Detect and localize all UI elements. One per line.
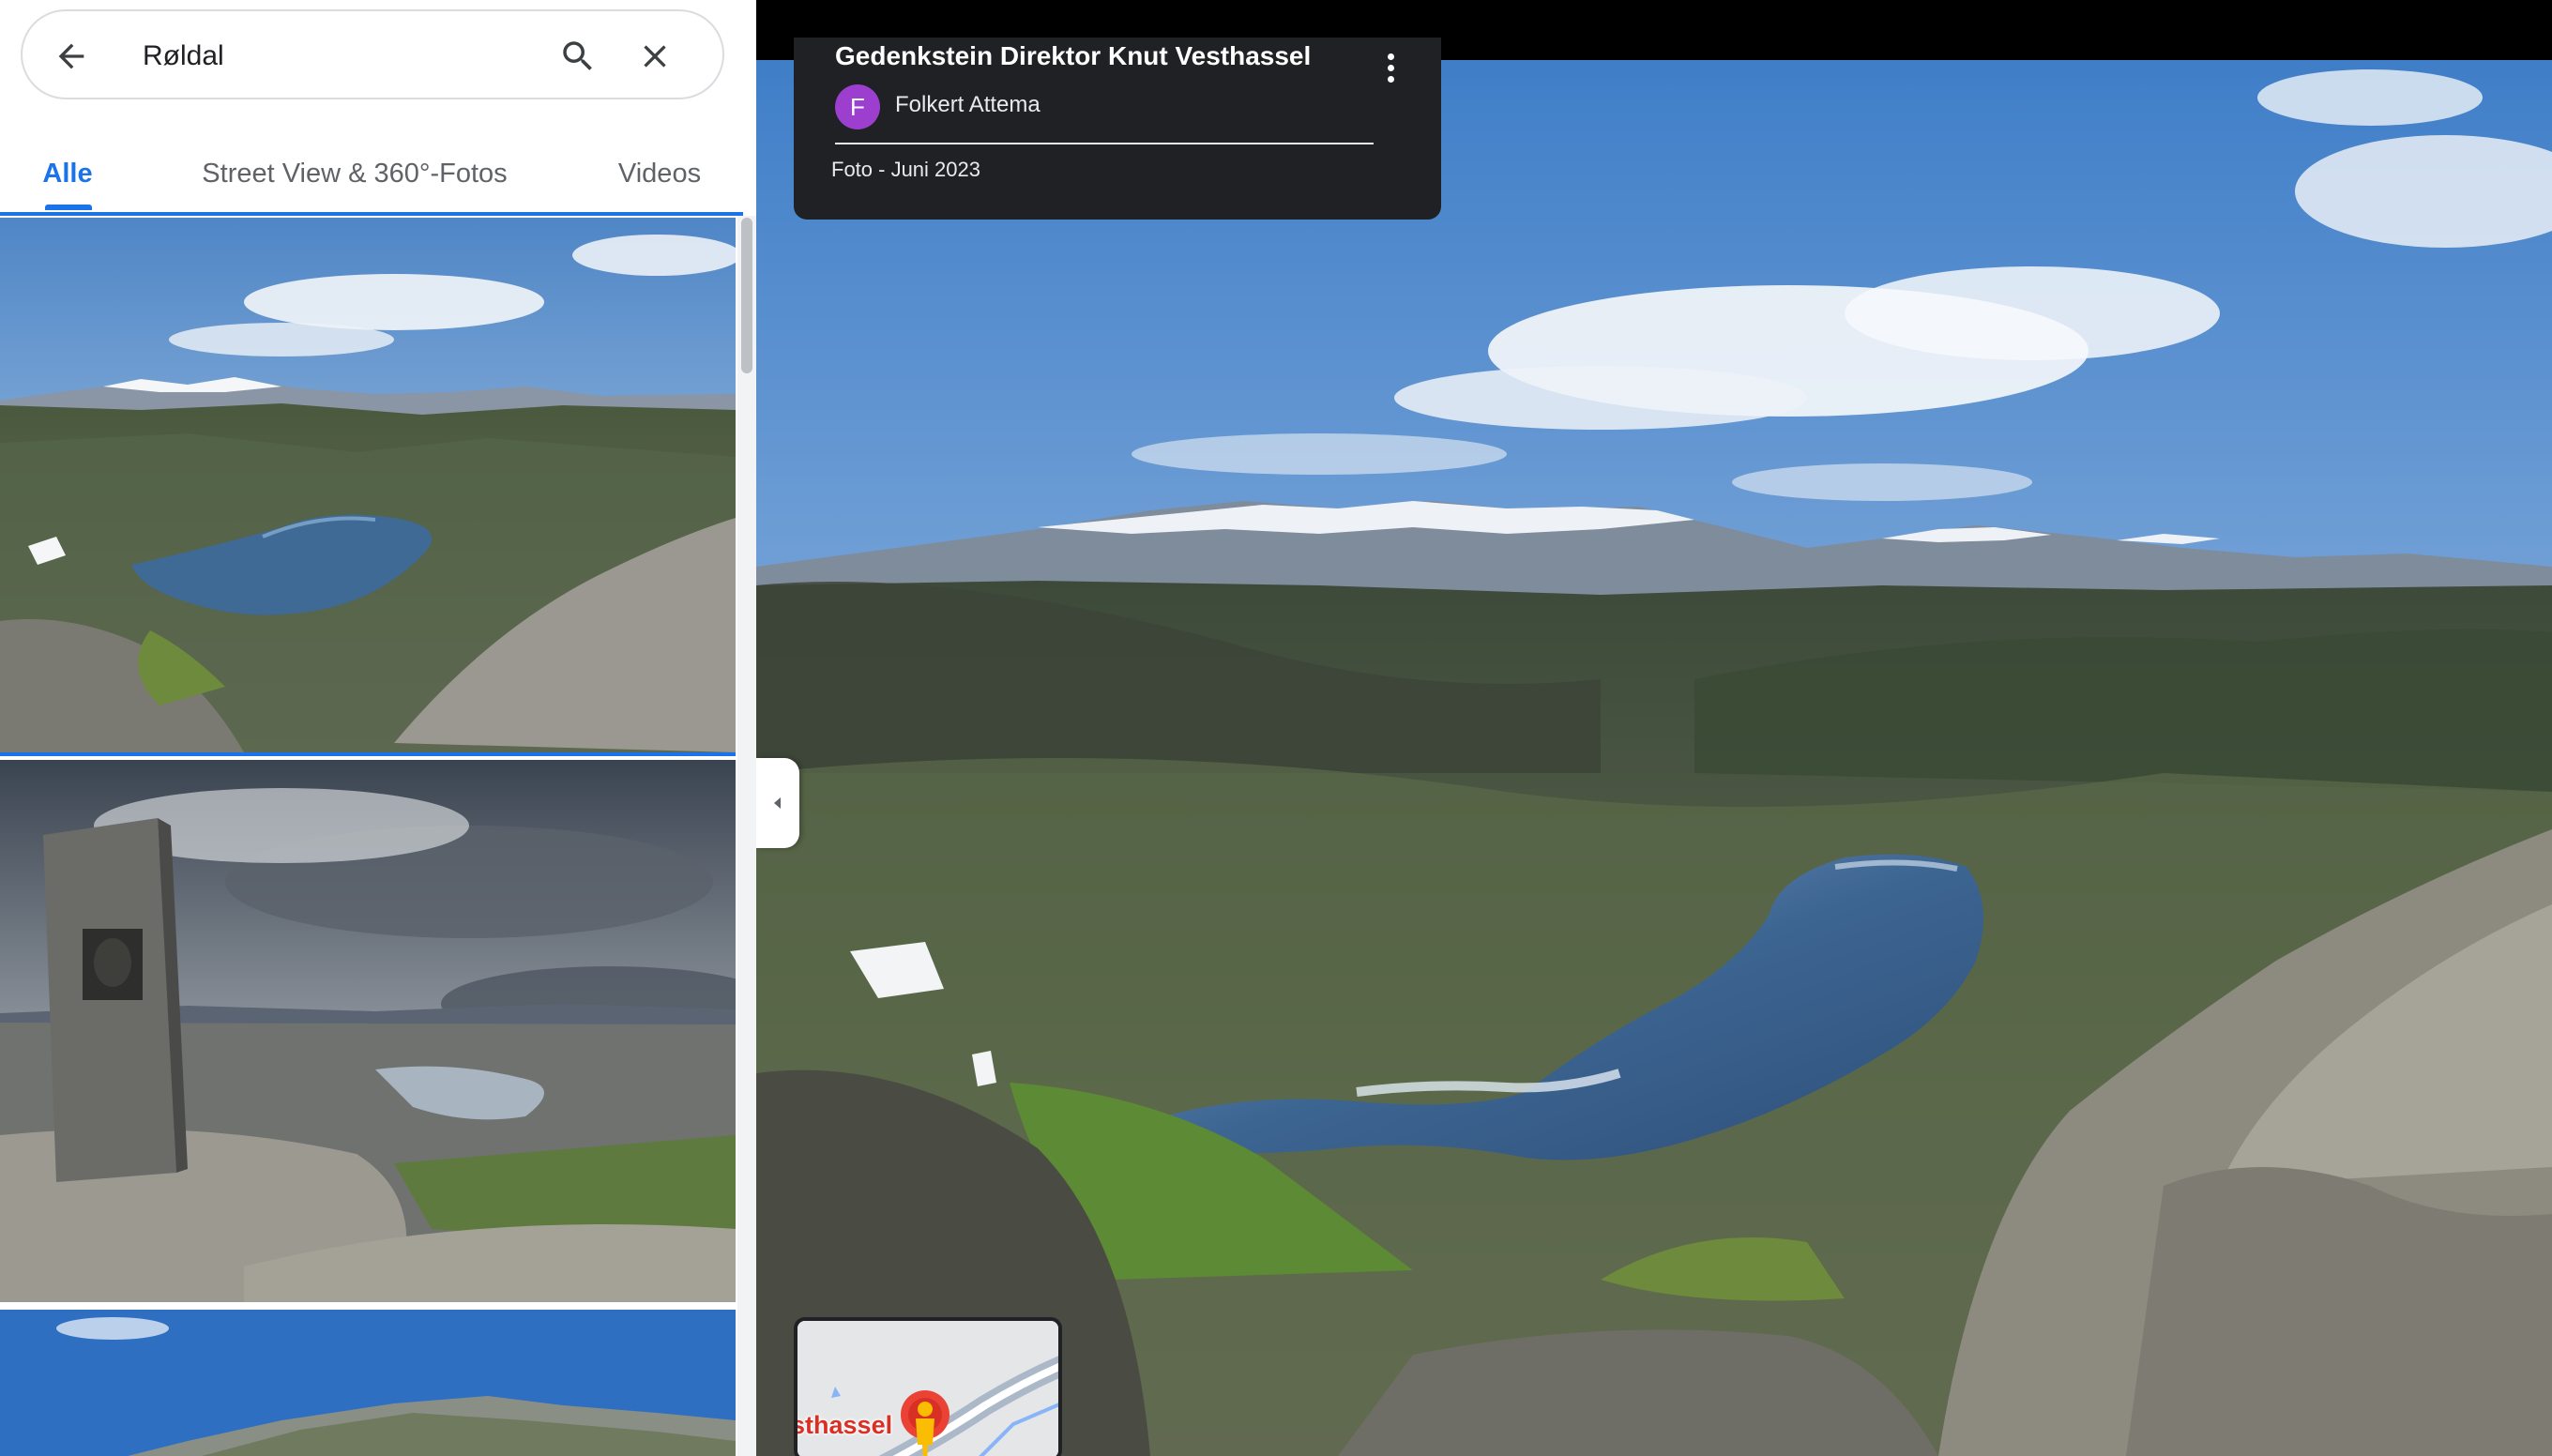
photo-date: Foto - Juni 2023 bbox=[831, 158, 980, 181]
main-photo[interactable] bbox=[756, 60, 2552, 1456]
photos-side-panel: Alle Street View & 360°-Fotos Videos bbox=[0, 0, 756, 1456]
map-place-label: esthassel bbox=[798, 1411, 893, 1439]
chevron-left-icon bbox=[774, 797, 781, 809]
collapse-panel-button[interactable] bbox=[756, 758, 799, 848]
search-input[interactable] bbox=[143, 34, 537, 79]
mini-map[interactable]: esthassel bbox=[794, 1317, 1062, 1456]
photo-thumbnail[interactable] bbox=[0, 218, 736, 756]
photo-viewer: Gedenkstein Direktor Knut Vesthassel F F… bbox=[756, 0, 2552, 1456]
thumbnail-image bbox=[0, 1310, 736, 1456]
tab-videos[interactable]: Videos bbox=[608, 131, 711, 216]
thumbnail-image bbox=[0, 760, 736, 1302]
author-name[interactable]: Folkert Attema bbox=[895, 92, 1041, 118]
close-icon[interactable] bbox=[627, 28, 683, 84]
photo-tabs: Alle Street View & 360°-Fotos Videos bbox=[0, 131, 756, 216]
photo-thumbnail[interactable] bbox=[0, 1310, 736, 1456]
card-divider bbox=[835, 143, 1374, 144]
thumbnail-image bbox=[0, 218, 736, 752]
app-root: Alle Street View & 360°-Fotos Videos bbox=[0, 0, 2552, 1456]
photo-thumbnail[interactable] bbox=[0, 760, 736, 1302]
photo-thumbnail-list bbox=[0, 216, 736, 1456]
tab-street-view[interactable]: Street View & 360°-Fotos bbox=[197, 131, 512, 216]
scrollbar[interactable] bbox=[737, 216, 756, 1456]
more-vert-icon[interactable] bbox=[1372, 41, 1409, 94]
place-title[interactable]: Gedenkstein Direktor Knut Vesthassel bbox=[835, 41, 1311, 71]
active-tab-indicator bbox=[45, 205, 92, 210]
search-box bbox=[21, 9, 724, 99]
tab-all[interactable]: Alle bbox=[34, 131, 101, 216]
pegman-icon bbox=[901, 1390, 949, 1456]
photo-info-card: Gedenkstein Direktor Knut Vesthassel F F… bbox=[794, 38, 1441, 220]
scrollbar-thumb[interactable] bbox=[741, 218, 752, 373]
back-arrow-icon[interactable] bbox=[43, 28, 99, 84]
search-icon[interactable] bbox=[550, 28, 606, 84]
author-avatar[interactable]: F bbox=[835, 84, 880, 129]
